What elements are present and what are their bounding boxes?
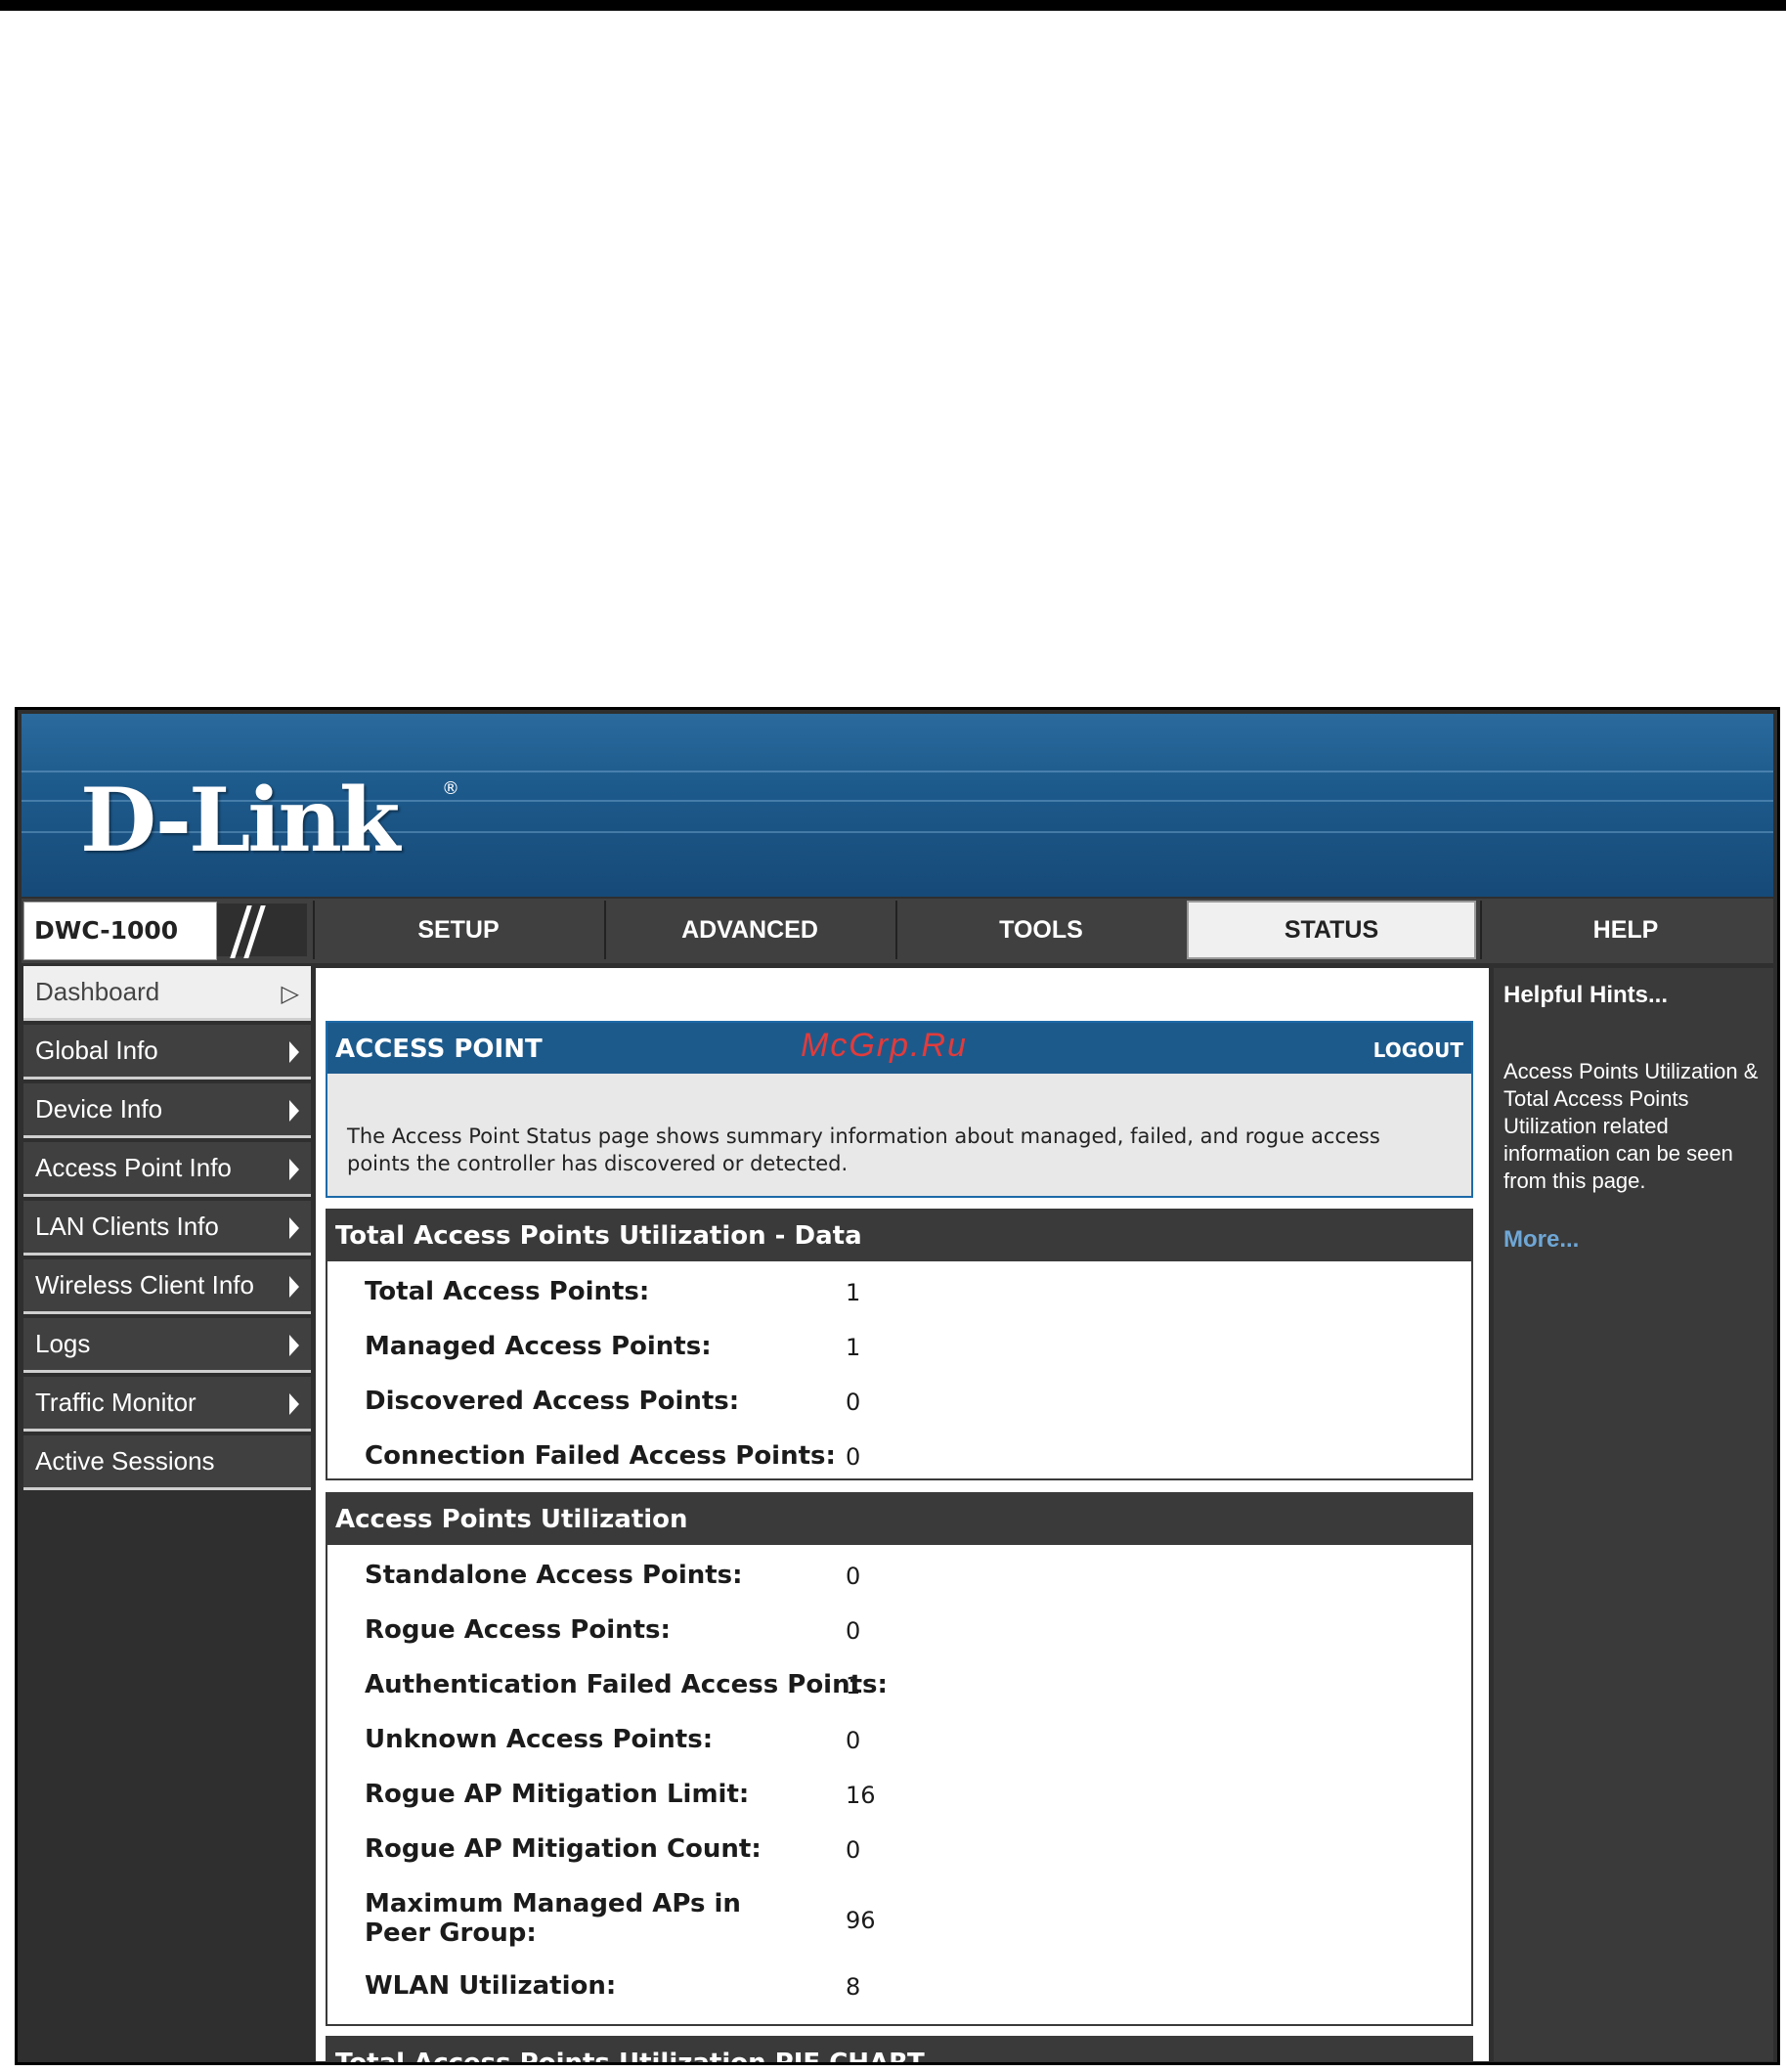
- browser-frame: D-Link ® DWC-1000 SETUP ADVANCED TOOLS S…: [15, 707, 1780, 2065]
- help-title: Helpful Hints...: [1503, 982, 1668, 1008]
- sidebar-item-label: Access Point Info: [35, 1153, 232, 1182]
- tab-tools[interactable]: TOOLS: [895, 901, 1185, 959]
- stat-label: Managed Access Points:: [365, 1332, 712, 1361]
- model-label: DWC-1000: [34, 916, 179, 945]
- triangle-right-icon: [289, 1393, 299, 1415]
- triangle-right-icon: [289, 1041, 299, 1063]
- tab-setup[interactable]: SETUP: [313, 901, 602, 959]
- stat-value: 0: [846, 1389, 861, 1416]
- sidebar: Dashboard ▷ Global Info Device Info Acce…: [22, 966, 311, 2061]
- triangle-right-icon: [289, 1217, 299, 1239]
- page-description: The Access Point Status page shows summa…: [347, 1124, 1380, 1175]
- utilization-data-panel: Total Access Points Utilization - Data T…: [326, 1209, 1473, 1480]
- registered-mark: ®: [442, 778, 459, 799]
- dlink-logo: D-Link: [80, 769, 400, 872]
- sidebar-item-traffic-monitor[interactable]: Traffic Monitor: [23, 1377, 311, 1432]
- sidebar-item-label: Global Info: [35, 1036, 158, 1065]
- sidebar-item-label: Traffic Monitor: [35, 1388, 196, 1417]
- panel-title: Access Points Utilization: [327, 1494, 1471, 1545]
- triangle-right-outline-icon: ▷: [281, 981, 299, 1007]
- stat-value: 1: [846, 1334, 861, 1361]
- tab-status[interactable]: STATUS: [1187, 901, 1476, 959]
- sidebar-item-global-info[interactable]: Global Info: [23, 1025, 311, 1080]
- stat-label: Maximum Managed APs in Peer Group:: [365, 1889, 741, 1948]
- triangle-right-icon: [289, 1276, 299, 1298]
- sidebar-item-label: Logs: [35, 1329, 91, 1358]
- sidebar-item-label: Active Sessions: [35, 1446, 215, 1476]
- stat-label: Total Access Points:: [365, 1277, 650, 1306]
- help-more-link[interactable]: More...: [1503, 1226, 1579, 1254]
- watermark-text: McGrp.Ru: [801, 1027, 968, 1064]
- stat-label: Connection Failed Access Points:: [365, 1441, 836, 1471]
- ap-utilization-panel: Access Points Utilization Standalone Acc…: [326, 1492, 1473, 2026]
- sidebar-item-wireless-client-info[interactable]: Wireless Client Info: [23, 1259, 311, 1314]
- sidebar-item-device-info[interactable]: Device Info: [23, 1083, 311, 1138]
- stat-value: 0: [846, 1727, 861, 1754]
- stat-value: 1: [846, 1672, 861, 1699]
- stat-label: Unknown Access Points:: [365, 1725, 714, 1754]
- sidebar-item-active-sessions[interactable]: Active Sessions: [23, 1435, 311, 1490]
- stat-value: 0: [846, 1443, 861, 1471]
- stat-label: Rogue AP Mitigation Count:: [365, 1834, 762, 1864]
- main-content: ACCESS POINT McGrp.Ru LOGOUT The Access …: [316, 968, 1489, 2062]
- panel-title: Total Access Points Utilization PIE CHAR…: [327, 2038, 1471, 2062]
- tab-advanced[interactable]: ADVANCED: [604, 901, 893, 959]
- sidebar-item-label: Device Info: [35, 1094, 163, 1124]
- sidebar-item-lan-clients-info[interactable]: LAN Clients Info: [23, 1201, 311, 1256]
- stat-label: Discovered Access Points:: [365, 1387, 740, 1416]
- top-border-line: [0, 0, 1786, 11]
- stat-label: Standalone Access Points:: [365, 1561, 743, 1590]
- help-text: Access Points Utilization & Total Access…: [1503, 1059, 1759, 1193]
- sidebar-item-label: Dashboard: [35, 977, 160, 1006]
- stat-value: 0: [846, 1617, 861, 1645]
- stat-label: Authentication Failed Access Points:: [365, 1670, 888, 1699]
- sidebar-item-logs[interactable]: Logs: [23, 1318, 311, 1373]
- stat-label: WLAN Utilization:: [365, 1971, 617, 2001]
- top-navigation: DWC-1000 SETUP ADVANCED TOOLS STATUS HEL…: [22, 899, 1773, 963]
- stat-label: Rogue Access Points:: [365, 1615, 671, 1645]
- triangle-right-icon: [289, 1335, 299, 1356]
- stat-value: 16: [846, 1782, 876, 1809]
- pie-chart-panel: Total Access Points Utilization PIE CHAR…: [326, 2036, 1473, 2062]
- sidebar-item-label: Wireless Client Info: [35, 1270, 254, 1300]
- description-box: The Access Point Status page shows summa…: [327, 1074, 1471, 1196]
- stat-value: 0: [846, 1563, 861, 1590]
- sidebar-item-dashboard[interactable]: Dashboard ▷: [23, 966, 311, 1021]
- stat-value: 0: [846, 1836, 861, 1864]
- triangle-right-icon: [289, 1159, 299, 1180]
- sidebar-item-access-point-info[interactable]: Access Point Info: [23, 1142, 311, 1197]
- sidebar-item-label: LAN Clients Info: [35, 1212, 219, 1241]
- access-point-panel: ACCESS POINT McGrp.Ru LOGOUT The Access …: [326, 1021, 1473, 1198]
- panel-title: Total Access Points Utilization - Data: [327, 1211, 1471, 1261]
- help-panel: Helpful Hints... Access Points Utilizati…: [1494, 968, 1773, 2061]
- access-point-header: ACCESS POINT McGrp.Ru LOGOUT: [327, 1023, 1471, 1074]
- logout-link[interactable]: LOGOUT: [1373, 1038, 1463, 1062]
- stat-label: Rogue AP Mitigation Limit:: [365, 1780, 750, 1809]
- stat-value: 1: [846, 1279, 861, 1306]
- header-banner: D-Link ®: [22, 714, 1773, 897]
- tab-help[interactable]: HELP: [1480, 901, 1769, 959]
- page-title: ACCESS POINT: [335, 1035, 543, 1064]
- triangle-right-icon: [289, 1100, 299, 1122]
- model-divider: [217, 904, 307, 958]
- stat-value: 96: [846, 1907, 876, 1934]
- model-box: DWC-1000: [23, 902, 217, 960]
- stat-value: 8: [846, 1973, 861, 2001]
